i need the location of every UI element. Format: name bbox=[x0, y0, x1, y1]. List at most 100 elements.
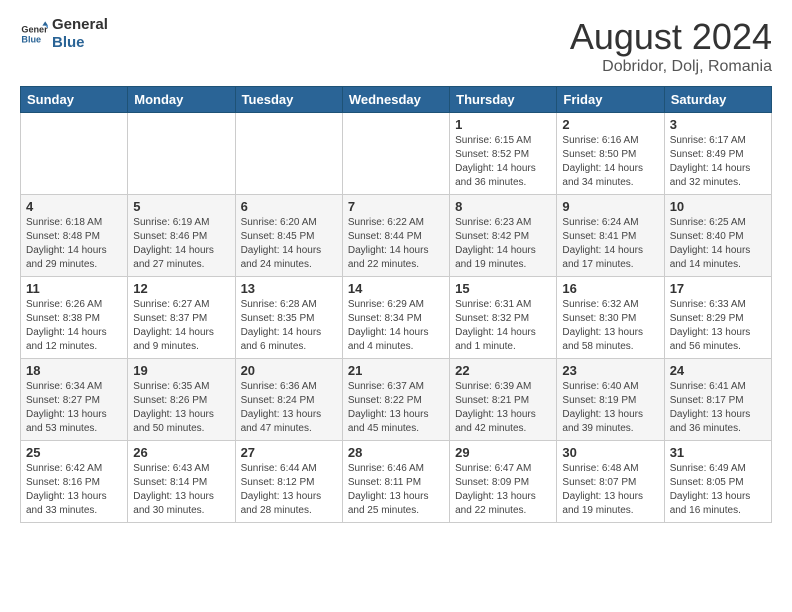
day-number: 24 bbox=[670, 363, 766, 378]
day-cell: 23 Sunrise: 6:40 AMSunset: 8:19 PMDayligh… bbox=[557, 359, 664, 441]
title-block: August 2024 Dobridor, Dolj, Romania bbox=[570, 16, 772, 76]
day-cell: 11 Sunrise: 6:26 AMSunset: 8:38 PMDayligh… bbox=[21, 277, 128, 359]
svg-text:General: General bbox=[21, 25, 48, 35]
day-number: 25 bbox=[26, 445, 122, 460]
day-info: Sunrise: 6:15 AMSunset: 8:52 PMDaylight:… bbox=[455, 134, 551, 190]
day-cell: 5 Sunrise: 6:19 AMSunset: 8:46 PMDaylight… bbox=[128, 195, 235, 277]
day-number: 23 bbox=[562, 363, 658, 378]
day-number: 3 bbox=[670, 117, 766, 132]
day-cell: 29 Sunrise: 6:47 AMSunset: 8:09 PMDayligh… bbox=[450, 441, 557, 523]
day-cell: 15 Sunrise: 6:31 AMSunset: 8:32 PMDayligh… bbox=[450, 277, 557, 359]
day-cell: 18Sunrise: 6:34 AMSunset: 8:27 PMDayligh… bbox=[21, 359, 128, 441]
day-cell bbox=[21, 113, 128, 195]
week-row-4: 18Sunrise: 6:34 AMSunset: 8:27 PMDayligh… bbox=[21, 359, 772, 441]
day-info: Sunrise: 6:34 AMSunset: 8:27 PMDaylight:… bbox=[26, 380, 122, 436]
page: General Blue General Blue August 2024 Do… bbox=[0, 0, 792, 612]
week-row-1: 1 Sunrise: 6:15 AMSunset: 8:52 PMDaylight… bbox=[21, 113, 772, 195]
day-cell: 13 Sunrise: 6:28 AMSunset: 8:35 PMDayligh… bbox=[235, 277, 342, 359]
col-header-saturday: Saturday bbox=[664, 87, 771, 113]
logo-icon: General Blue bbox=[20, 20, 48, 48]
day-cell: 1 Sunrise: 6:15 AMSunset: 8:52 PMDaylight… bbox=[450, 113, 557, 195]
day-info: Sunrise: 6:27 AMSunset: 8:37 PMDaylight:… bbox=[133, 298, 229, 354]
day-number: 27 bbox=[241, 445, 337, 460]
day-info: Sunrise: 6:20 AMSunset: 8:45 PMDaylight:… bbox=[241, 216, 337, 272]
day-number: 9 bbox=[562, 199, 658, 214]
day-cell: 17Sunrise: 6:33 AMSunset: 8:29 PMDayligh… bbox=[664, 277, 771, 359]
day-info: Sunrise: 6:29 AMSunset: 8:34 PMDaylight:… bbox=[348, 298, 444, 354]
day-info: Sunrise: 6:32 AMSunset: 8:30 PMDaylight:… bbox=[562, 298, 658, 354]
day-cell: 26 Sunrise: 6:43 AMSunset: 8:14 PMDayligh… bbox=[128, 441, 235, 523]
day-info: Sunrise: 6:26 AMSunset: 8:38 PMDaylight:… bbox=[26, 298, 122, 354]
day-number: 6 bbox=[241, 199, 337, 214]
day-number: 26 bbox=[133, 445, 229, 460]
day-cell bbox=[235, 113, 342, 195]
title-month: August 2024 bbox=[570, 16, 772, 58]
calendar-table: SundayMondayTuesdayWednesdayThursdayFrid… bbox=[20, 86, 772, 523]
week-row-2: 4 Sunrise: 6:18 AMSunset: 8:48 PMDaylight… bbox=[21, 195, 772, 277]
day-number: 31 bbox=[670, 445, 766, 460]
day-number: 28 bbox=[348, 445, 444, 460]
col-header-tuesday: Tuesday bbox=[235, 87, 342, 113]
day-cell: 10 Sunrise: 6:25 AMSunset: 8:40 PMDayligh… bbox=[664, 195, 771, 277]
day-cell: 21 Sunrise: 6:37 AMSunset: 8:22 PMDayligh… bbox=[342, 359, 449, 441]
col-header-wednesday: Wednesday bbox=[342, 87, 449, 113]
day-number: 22 bbox=[455, 363, 551, 378]
day-number: 7 bbox=[348, 199, 444, 214]
day-info: Sunrise: 6:41 AMSunset: 8:17 PMDaylight:… bbox=[670, 380, 766, 436]
day-info: Sunrise: 6:25 AMSunset: 8:40 PMDaylight:… bbox=[670, 216, 766, 272]
day-number: 29 bbox=[455, 445, 551, 460]
day-cell: 22 Sunrise: 6:39 AMSunset: 8:21 PMDayligh… bbox=[450, 359, 557, 441]
day-cell: 19 Sunrise: 6:35 AMSunset: 8:26 PMDayligh… bbox=[128, 359, 235, 441]
col-header-sunday: Sunday bbox=[21, 87, 128, 113]
day-number: 4 bbox=[26, 199, 122, 214]
day-number: 5 bbox=[133, 199, 229, 214]
day-info: Sunrise: 6:36 AMSunset: 8:24 PMDaylight:… bbox=[241, 380, 337, 436]
day-number: 8 bbox=[455, 199, 551, 214]
day-cell: 31 Sunrise: 6:49 AMSunset: 8:05 PMDayligh… bbox=[664, 441, 771, 523]
day-number: 13 bbox=[241, 281, 337, 296]
day-cell: 6 Sunrise: 6:20 AMSunset: 8:45 PMDaylight… bbox=[235, 195, 342, 277]
day-number: 11 bbox=[26, 281, 122, 296]
day-info: Sunrise: 6:43 AMSunset: 8:14 PMDaylight:… bbox=[133, 462, 229, 518]
day-cell: 24 Sunrise: 6:41 AMSunset: 8:17 PMDayligh… bbox=[664, 359, 771, 441]
day-cell: 9Sunrise: 6:24 AMSunset: 8:41 PMDaylight… bbox=[557, 195, 664, 277]
day-info: Sunrise: 6:19 AMSunset: 8:46 PMDaylight:… bbox=[133, 216, 229, 272]
day-number: 1 bbox=[455, 117, 551, 132]
day-info: Sunrise: 6:37 AMSunset: 8:22 PMDaylight:… bbox=[348, 380, 444, 436]
day-info: Sunrise: 6:46 AMSunset: 8:11 PMDaylight:… bbox=[348, 462, 444, 518]
day-cell bbox=[342, 113, 449, 195]
day-cell: 3Sunrise: 6:17 AMSunset: 8:49 PMDaylight… bbox=[664, 113, 771, 195]
day-cell: 30Sunrise: 6:48 AMSunset: 8:07 PMDayligh… bbox=[557, 441, 664, 523]
day-info: Sunrise: 6:31 AMSunset: 8:32 PMDaylight:… bbox=[455, 298, 551, 354]
day-info: Sunrise: 6:28 AMSunset: 8:35 PMDaylight:… bbox=[241, 298, 337, 354]
day-cell: 16Sunrise: 6:32 AMSunset: 8:30 PMDayligh… bbox=[557, 277, 664, 359]
day-info: Sunrise: 6:49 AMSunset: 8:05 PMDaylight:… bbox=[670, 462, 766, 518]
day-number: 10 bbox=[670, 199, 766, 214]
day-cell: 8Sunrise: 6:23 AMSunset: 8:42 PMDaylight… bbox=[450, 195, 557, 277]
day-cell: 7 Sunrise: 6:22 AMSunset: 8:44 PMDaylight… bbox=[342, 195, 449, 277]
day-info: Sunrise: 6:35 AMSunset: 8:26 PMDaylight:… bbox=[133, 380, 229, 436]
day-info: Sunrise: 6:22 AMSunset: 8:44 PMDaylight:… bbox=[348, 216, 444, 272]
col-header-friday: Friday bbox=[557, 87, 664, 113]
day-info: Sunrise: 6:40 AMSunset: 8:19 PMDaylight:… bbox=[562, 380, 658, 436]
calendar-header-row: SundayMondayTuesdayWednesdayThursdayFrid… bbox=[21, 87, 772, 113]
day-number: 14 bbox=[348, 281, 444, 296]
day-info: Sunrise: 6:42 AMSunset: 8:16 PMDaylight:… bbox=[26, 462, 122, 518]
day-info: Sunrise: 6:44 AMSunset: 8:12 PMDaylight:… bbox=[241, 462, 337, 518]
day-number: 15 bbox=[455, 281, 551, 296]
day-cell bbox=[128, 113, 235, 195]
col-header-thursday: Thursday bbox=[450, 87, 557, 113]
day-number: 12 bbox=[133, 281, 229, 296]
day-cell: 28 Sunrise: 6:46 AMSunset: 8:11 PMDayligh… bbox=[342, 441, 449, 523]
day-cell: 25 Sunrise: 6:42 AMSunset: 8:16 PMDayligh… bbox=[21, 441, 128, 523]
day-number: 17 bbox=[670, 281, 766, 296]
day-info: Sunrise: 6:48 AMSunset: 8:07 PMDaylight:… bbox=[562, 462, 658, 518]
day-info: Sunrise: 6:39 AMSunset: 8:21 PMDaylight:… bbox=[455, 380, 551, 436]
logo-line2: Blue bbox=[52, 34, 108, 52]
day-cell: 12 Sunrise: 6:27 AMSunset: 8:37 PMDayligh… bbox=[128, 277, 235, 359]
day-info: Sunrise: 6:47 AMSunset: 8:09 PMDaylight:… bbox=[455, 462, 551, 518]
week-row-5: 25 Sunrise: 6:42 AMSunset: 8:16 PMDayligh… bbox=[21, 441, 772, 523]
day-number: 21 bbox=[348, 363, 444, 378]
day-number: 19 bbox=[133, 363, 229, 378]
day-info: Sunrise: 6:18 AMSunset: 8:48 PMDaylight:… bbox=[26, 216, 122, 272]
